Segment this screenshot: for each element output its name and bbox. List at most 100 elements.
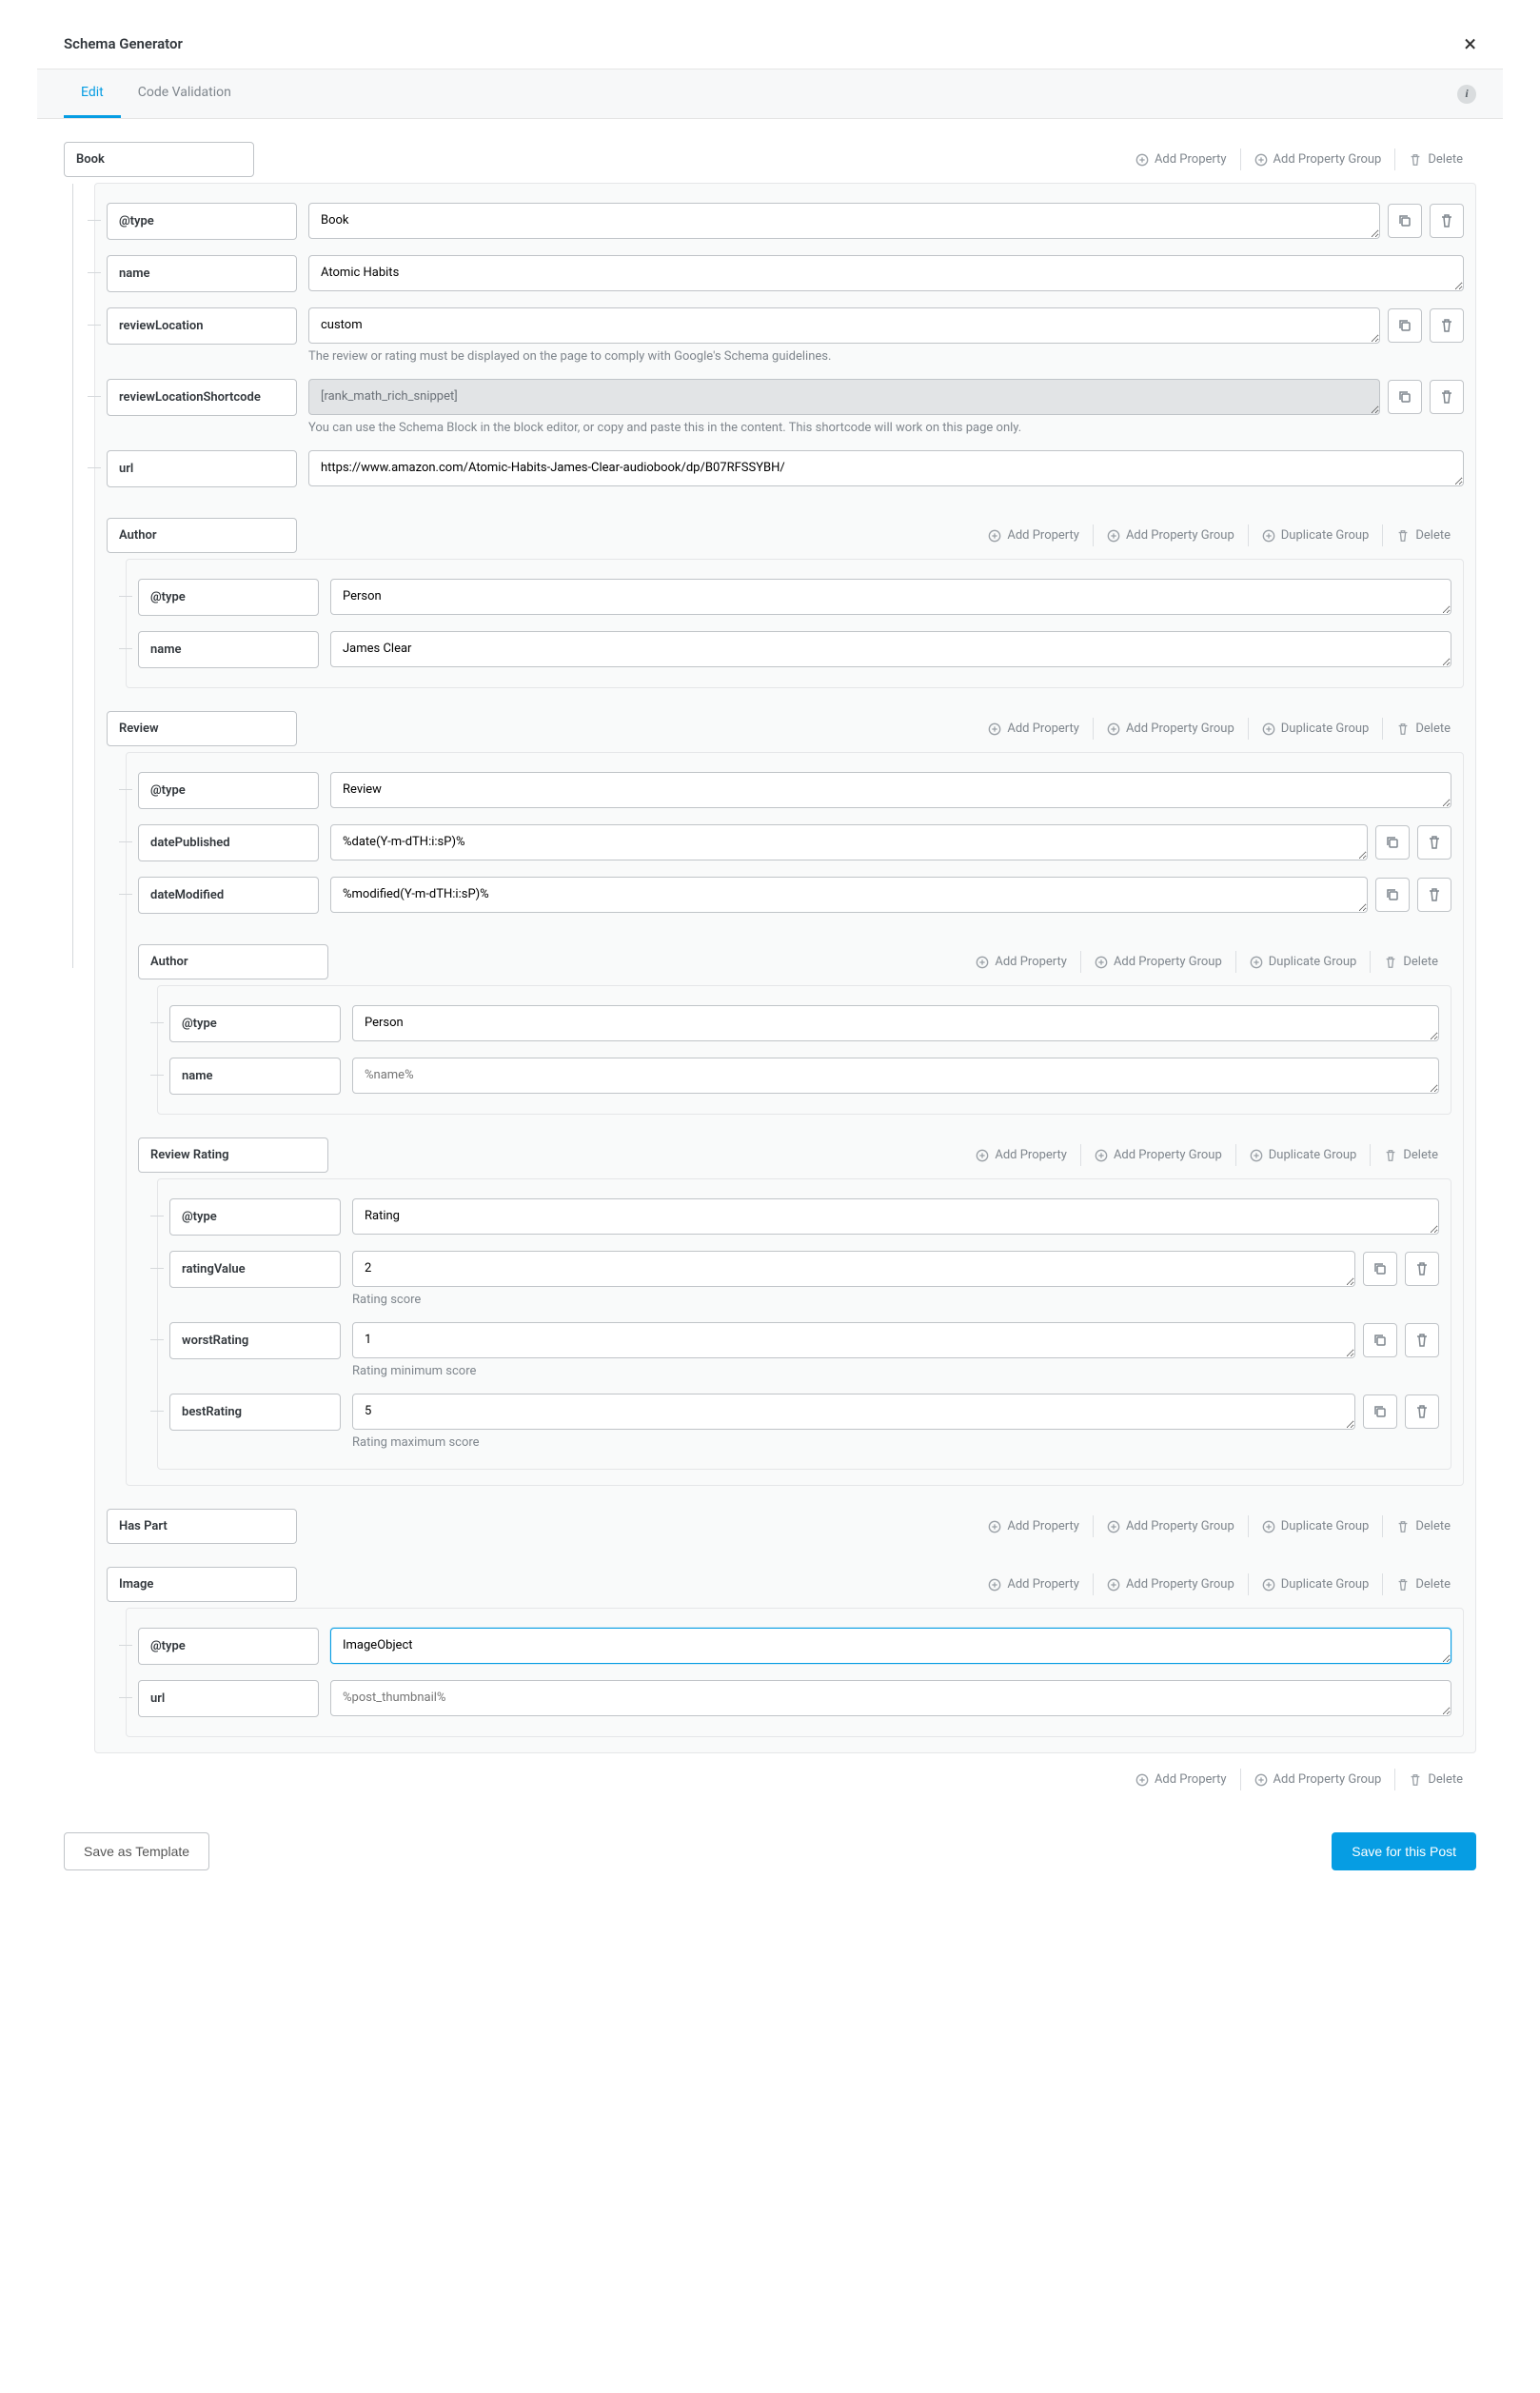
field-label-bestrating[interactable]: bestRating	[169, 1394, 341, 1431]
group-label-image[interactable]: Image	[107, 1567, 297, 1602]
add-property-group-button[interactable]: Add Property Group	[1240, 148, 1395, 170]
field-input-author-name[interactable]: James Clear	[330, 631, 1451, 667]
duplicate-group-button[interactable]: Duplicate Group	[1248, 718, 1383, 740]
field-input-datepublished[interactable]: %date(Y-m-dTH:i:sP)%	[330, 824, 1368, 860]
add-property-group-button[interactable]: Add Property Group	[1093, 718, 1248, 740]
field-input-review-author-type[interactable]: Person	[352, 1005, 1439, 1041]
duplicate-group-button[interactable]: Duplicate Group	[1248, 1515, 1383, 1537]
modal-title: Schema Generator	[64, 35, 183, 52]
copy-icon[interactable]	[1388, 308, 1422, 343]
help-text: Rating maximum score	[352, 1435, 1439, 1450]
field-input-rating-type[interactable]: Rating	[352, 1198, 1439, 1235]
delete-button[interactable]: Delete	[1394, 148, 1476, 170]
trash-icon[interactable]	[1417, 878, 1451, 912]
group-label-review[interactable]: Review	[107, 711, 297, 746]
delete-button[interactable]: Delete	[1382, 1515, 1464, 1537]
add-property-button[interactable]: Add Property	[962, 1144, 1080, 1166]
trash-icon[interactable]	[1417, 825, 1451, 860]
field-input-review-author-name[interactable]	[352, 1058, 1439, 1094]
copy-icon[interactable]	[1388, 380, 1422, 414]
delete-button[interactable]: Delete	[1382, 718, 1464, 740]
field-input-worstrating[interactable]: 1	[352, 1322, 1355, 1358]
save-as-template-button[interactable]: Save as Template	[64, 1832, 209, 1870]
field-input-ratingvalue[interactable]: 2	[352, 1251, 1355, 1287]
field-label-author-type[interactable]: @type	[138, 579, 319, 616]
field-label-image-url[interactable]: url	[138, 1680, 319, 1717]
field-input-datemodified[interactable]: %modified(Y-m-dTH:i:sP)%	[330, 877, 1368, 913]
field-label-rating-type[interactable]: @type	[169, 1198, 341, 1236]
field-label-review-author-name[interactable]: name	[169, 1058, 341, 1095]
duplicate-group-button[interactable]: Duplicate Group	[1235, 951, 1371, 973]
close-icon[interactable]: ×	[1464, 30, 1476, 57]
add-property-button[interactable]: Add Property	[1122, 1769, 1240, 1790]
field-label-worstrating[interactable]: worstRating	[169, 1322, 341, 1359]
field-label-reviewlocation[interactable]: reviewLocation	[107, 307, 297, 345]
field-input-name[interactable]: Atomic Habits	[308, 255, 1464, 291]
field-label-author-name[interactable]: name	[138, 631, 319, 668]
trash-icon[interactable]	[1430, 380, 1464, 414]
trash-icon[interactable]	[1405, 1394, 1439, 1429]
field-label-review-type[interactable]: @type	[138, 772, 319, 809]
delete-button[interactable]: Delete	[1382, 524, 1464, 546]
field-input-image-type[interactable]: ImageObject	[330, 1628, 1451, 1664]
field-input-reviewlocationshortcode: [rank_math_rich_snippet]	[308, 379, 1380, 415]
group-label-author[interactable]: Author	[107, 518, 297, 553]
field-input-url[interactable]: https://www.amazon.com/Atomic-Habits-Jam…	[308, 450, 1464, 486]
info-icon[interactable]: i	[1457, 85, 1476, 104]
trash-icon[interactable]	[1405, 1323, 1439, 1357]
add-property-button[interactable]: Add Property	[975, 718, 1093, 740]
field-input-image-url[interactable]	[330, 1680, 1451, 1716]
field-input-author-type[interactable]: Person	[330, 579, 1451, 615]
group-label-review-author[interactable]: Author	[138, 944, 328, 979]
duplicate-group-button[interactable]: Duplicate Group	[1235, 1144, 1371, 1166]
field-label-ratingvalue[interactable]: ratingValue	[169, 1251, 341, 1288]
copy-icon[interactable]	[1363, 1394, 1397, 1429]
copy-icon[interactable]	[1363, 1252, 1397, 1286]
delete-button[interactable]: Delete	[1370, 1144, 1451, 1166]
trash-icon[interactable]	[1430, 204, 1464, 238]
duplicate-group-button[interactable]: Duplicate Group	[1248, 1573, 1383, 1595]
add-property-button[interactable]: Add Property	[962, 951, 1080, 973]
add-property-button[interactable]: Add Property	[975, 524, 1093, 546]
duplicate-group-button[interactable]: Duplicate Group	[1248, 524, 1383, 546]
field-label-type[interactable]: @type	[107, 203, 297, 240]
group-label-review-rating[interactable]: Review Rating	[138, 1137, 328, 1173]
add-property-group-button[interactable]: Add Property Group	[1240, 1769, 1395, 1790]
copy-icon[interactable]	[1363, 1323, 1397, 1357]
add-property-group-button[interactable]: Add Property Group	[1093, 524, 1248, 546]
copy-icon[interactable]	[1375, 878, 1410, 912]
field-label-datemodified[interactable]: dateModified	[138, 877, 319, 914]
group-label-book[interactable]: Book	[64, 142, 254, 177]
field-input-review-type[interactable]: Review	[330, 772, 1451, 808]
add-property-group-button[interactable]: Add Property Group	[1080, 1144, 1235, 1166]
field-label-url[interactable]: url	[107, 450, 297, 487]
delete-button[interactable]: Delete	[1370, 951, 1451, 973]
add-property-button[interactable]: Add Property	[975, 1573, 1093, 1595]
add-property-group-button[interactable]: Add Property Group	[1080, 951, 1235, 973]
field-label-reviewlocationshortcode[interactable]: reviewLocationShortcode	[107, 379, 297, 416]
field-input-type[interactable]: Book	[308, 203, 1380, 239]
delete-button[interactable]: Delete	[1394, 1769, 1476, 1790]
add-property-group-button[interactable]: Add Property Group	[1093, 1515, 1248, 1537]
field-label-name[interactable]: name	[107, 255, 297, 292]
add-property-group-button[interactable]: Add Property Group	[1093, 1573, 1248, 1595]
field-label-review-author-type[interactable]: @type	[169, 1005, 341, 1042]
field-label-datepublished[interactable]: datePublished	[138, 824, 319, 861]
trash-icon[interactable]	[1405, 1252, 1439, 1286]
help-text: Rating minimum score	[352, 1364, 1439, 1378]
group-label-haspart[interactable]: Has Part	[107, 1509, 297, 1544]
help-text: Rating score	[352, 1293, 1439, 1307]
delete-button[interactable]: Delete	[1382, 1573, 1464, 1595]
tab-edit[interactable]: Edit	[64, 69, 121, 118]
add-property-button[interactable]: Add Property	[975, 1515, 1093, 1537]
field-label-image-type[interactable]: @type	[138, 1628, 319, 1665]
help-text: You can use the Schema Block in the bloc…	[308, 421, 1464, 435]
trash-icon[interactable]	[1430, 308, 1464, 343]
copy-icon[interactable]	[1375, 825, 1410, 860]
field-input-bestrating[interactable]: 5	[352, 1394, 1355, 1430]
add-property-button[interactable]: Add Property	[1122, 148, 1240, 170]
field-input-reviewlocation[interactable]: custom	[308, 307, 1380, 344]
save-for-this-post-button[interactable]: Save for this Post	[1332, 1832, 1476, 1870]
tab-code-validation[interactable]: Code Validation	[121, 69, 248, 118]
copy-icon[interactable]	[1388, 204, 1422, 238]
